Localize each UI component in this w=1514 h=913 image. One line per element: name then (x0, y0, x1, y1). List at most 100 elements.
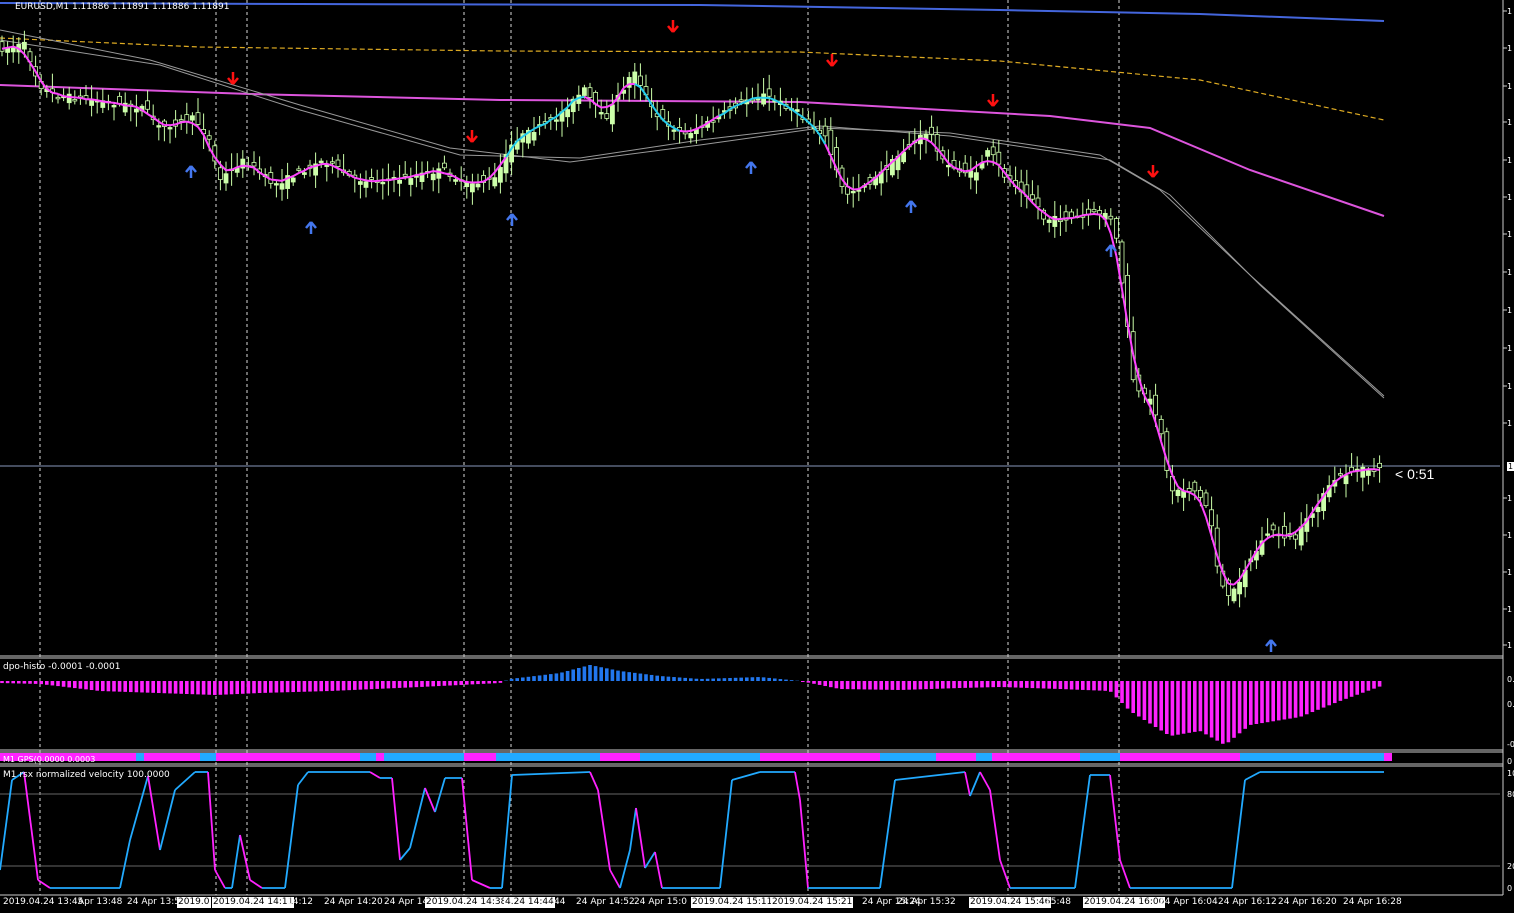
dpo-bar-negative (1148, 681, 1152, 724)
dpo-bar-negative (1097, 681, 1102, 691)
candle-body (357, 181, 363, 185)
gps-cell (1080, 753, 1088, 761)
fast-ma-segment (1334, 476, 1342, 483)
dpo-bar-positive (677, 677, 682, 681)
dpo-bar-positive (515, 678, 519, 681)
fast-ma-segment (248, 165, 255, 169)
dpo-bar-negative (1103, 681, 1107, 691)
dpo-bar-positive (789, 680, 794, 681)
candle-body (66, 93, 72, 104)
dpo-bar-negative (347, 681, 351, 691)
candle-body (223, 173, 229, 184)
fast-ma-segment (1267, 534, 1274, 539)
gps-cell (432, 753, 440, 761)
ma-gray-1 (0, 29, 1385, 397)
dpo-bar-negative (812, 681, 816, 684)
ma-gray-2 (0, 39, 1385, 399)
dpo-bar-negative (1081, 681, 1085, 690)
time-axis-label: 2019.04.24 15:21 (771, 897, 854, 908)
fast-ma-segment (959, 168, 966, 173)
candle-body (996, 151, 1002, 165)
dpo-bar-positive (750, 677, 755, 681)
dpo-bar-negative (297, 681, 301, 692)
rsx-segment (249, 879, 263, 889)
dpo-bar-positive (616, 670, 620, 681)
dpo-bar-negative (1321, 681, 1326, 708)
price-axis-tick: 1 (1507, 568, 1513, 577)
candle-body (1069, 211, 1074, 219)
arrow-down-icon (227, 72, 239, 85)
gps-cell (328, 753, 336, 761)
rsx-segment (159, 789, 176, 851)
rsx-segment (119, 839, 131, 889)
rsx-segment (719, 779, 733, 889)
gps-cell (192, 753, 200, 761)
dpo-bar-negative (414, 681, 419, 688)
ma-gold (0, 37, 1385, 121)
candle-body (766, 88, 772, 97)
dpo-bar-negative (817, 681, 822, 685)
rsx-segment (147, 775, 161, 851)
candle-body (133, 108, 139, 113)
rsx-segment (731, 771, 761, 781)
dpo-bar-negative (1209, 681, 1214, 738)
fast-ma-segment (768, 97, 776, 101)
dpo-bar-negative (151, 681, 155, 693)
price-axis-tick: 1 (1507, 82, 1513, 91)
gps-cell (1024, 753, 1032, 761)
candle-body (1338, 473, 1343, 476)
gps-cell (800, 753, 808, 761)
gps-cell (496, 753, 504, 761)
candle-body (632, 71, 638, 85)
dpo-bar-negative (946, 681, 951, 689)
fast-ma-segment (1345, 470, 1353, 476)
dpo-bar-negative (89, 681, 94, 691)
arrow-up-icon (1265, 639, 1277, 652)
candle-body (688, 133, 694, 139)
candle-body (380, 181, 386, 185)
dpo-bar-negative (1243, 681, 1247, 729)
dpo-bar-positive (577, 667, 581, 681)
time-axis-label: :44 (551, 897, 566, 907)
dpo-bar-negative (291, 681, 295, 693)
gps-cell (176, 753, 184, 761)
dpo-bar-negative (963, 681, 967, 688)
gps-cell (752, 753, 760, 761)
candle-body (301, 172, 307, 175)
dpo-bar-negative (823, 681, 827, 687)
fast-ma-segment (981, 160, 988, 164)
dpo-bar-positive (532, 676, 536, 681)
dpo-bar-positive (554, 673, 559, 681)
dpo-bar-negative (985, 681, 990, 688)
fast-ma-segment (303, 166, 311, 172)
fast-ma-segment (270, 178, 277, 182)
gps-cell (968, 753, 976, 761)
gps-cell (568, 753, 576, 761)
dpo-bar-negative (1165, 681, 1169, 734)
time-axis-label: Apr 13:48 (78, 897, 123, 907)
gps-cell (672, 753, 680, 761)
fast-ma-segment (309, 165, 316, 169)
dpo-bar-negative (470, 681, 475, 685)
candle-body (1030, 194, 1035, 200)
gps-cell (808, 753, 816, 761)
dpo-bar-negative (1008, 681, 1012, 688)
fast-ma-segment (433, 170, 439, 173)
dpo-bar-negative (369, 681, 374, 690)
dpo-bar-negative (952, 681, 956, 689)
dpo-bar-negative (353, 681, 357, 690)
dpo-bar-negative (145, 681, 150, 693)
dpo-bar-positive (599, 667, 603, 681)
dpo-bar-negative (112, 681, 116, 692)
dpo-bar-positive (739, 677, 743, 681)
fast-ma-segment (181, 120, 187, 124)
dpo-bar-negative (319, 681, 323, 692)
fast-ma-segment (987, 160, 994, 163)
gps-cell (520, 753, 528, 761)
gps-cell (408, 753, 416, 761)
dpo-bar-positive (711, 678, 715, 681)
gps-cell (360, 753, 368, 761)
dpo-bar-negative (1041, 681, 1046, 689)
chart-canvas[interactable] (0, 0, 1514, 913)
dpo-bar-negative (890, 681, 895, 690)
